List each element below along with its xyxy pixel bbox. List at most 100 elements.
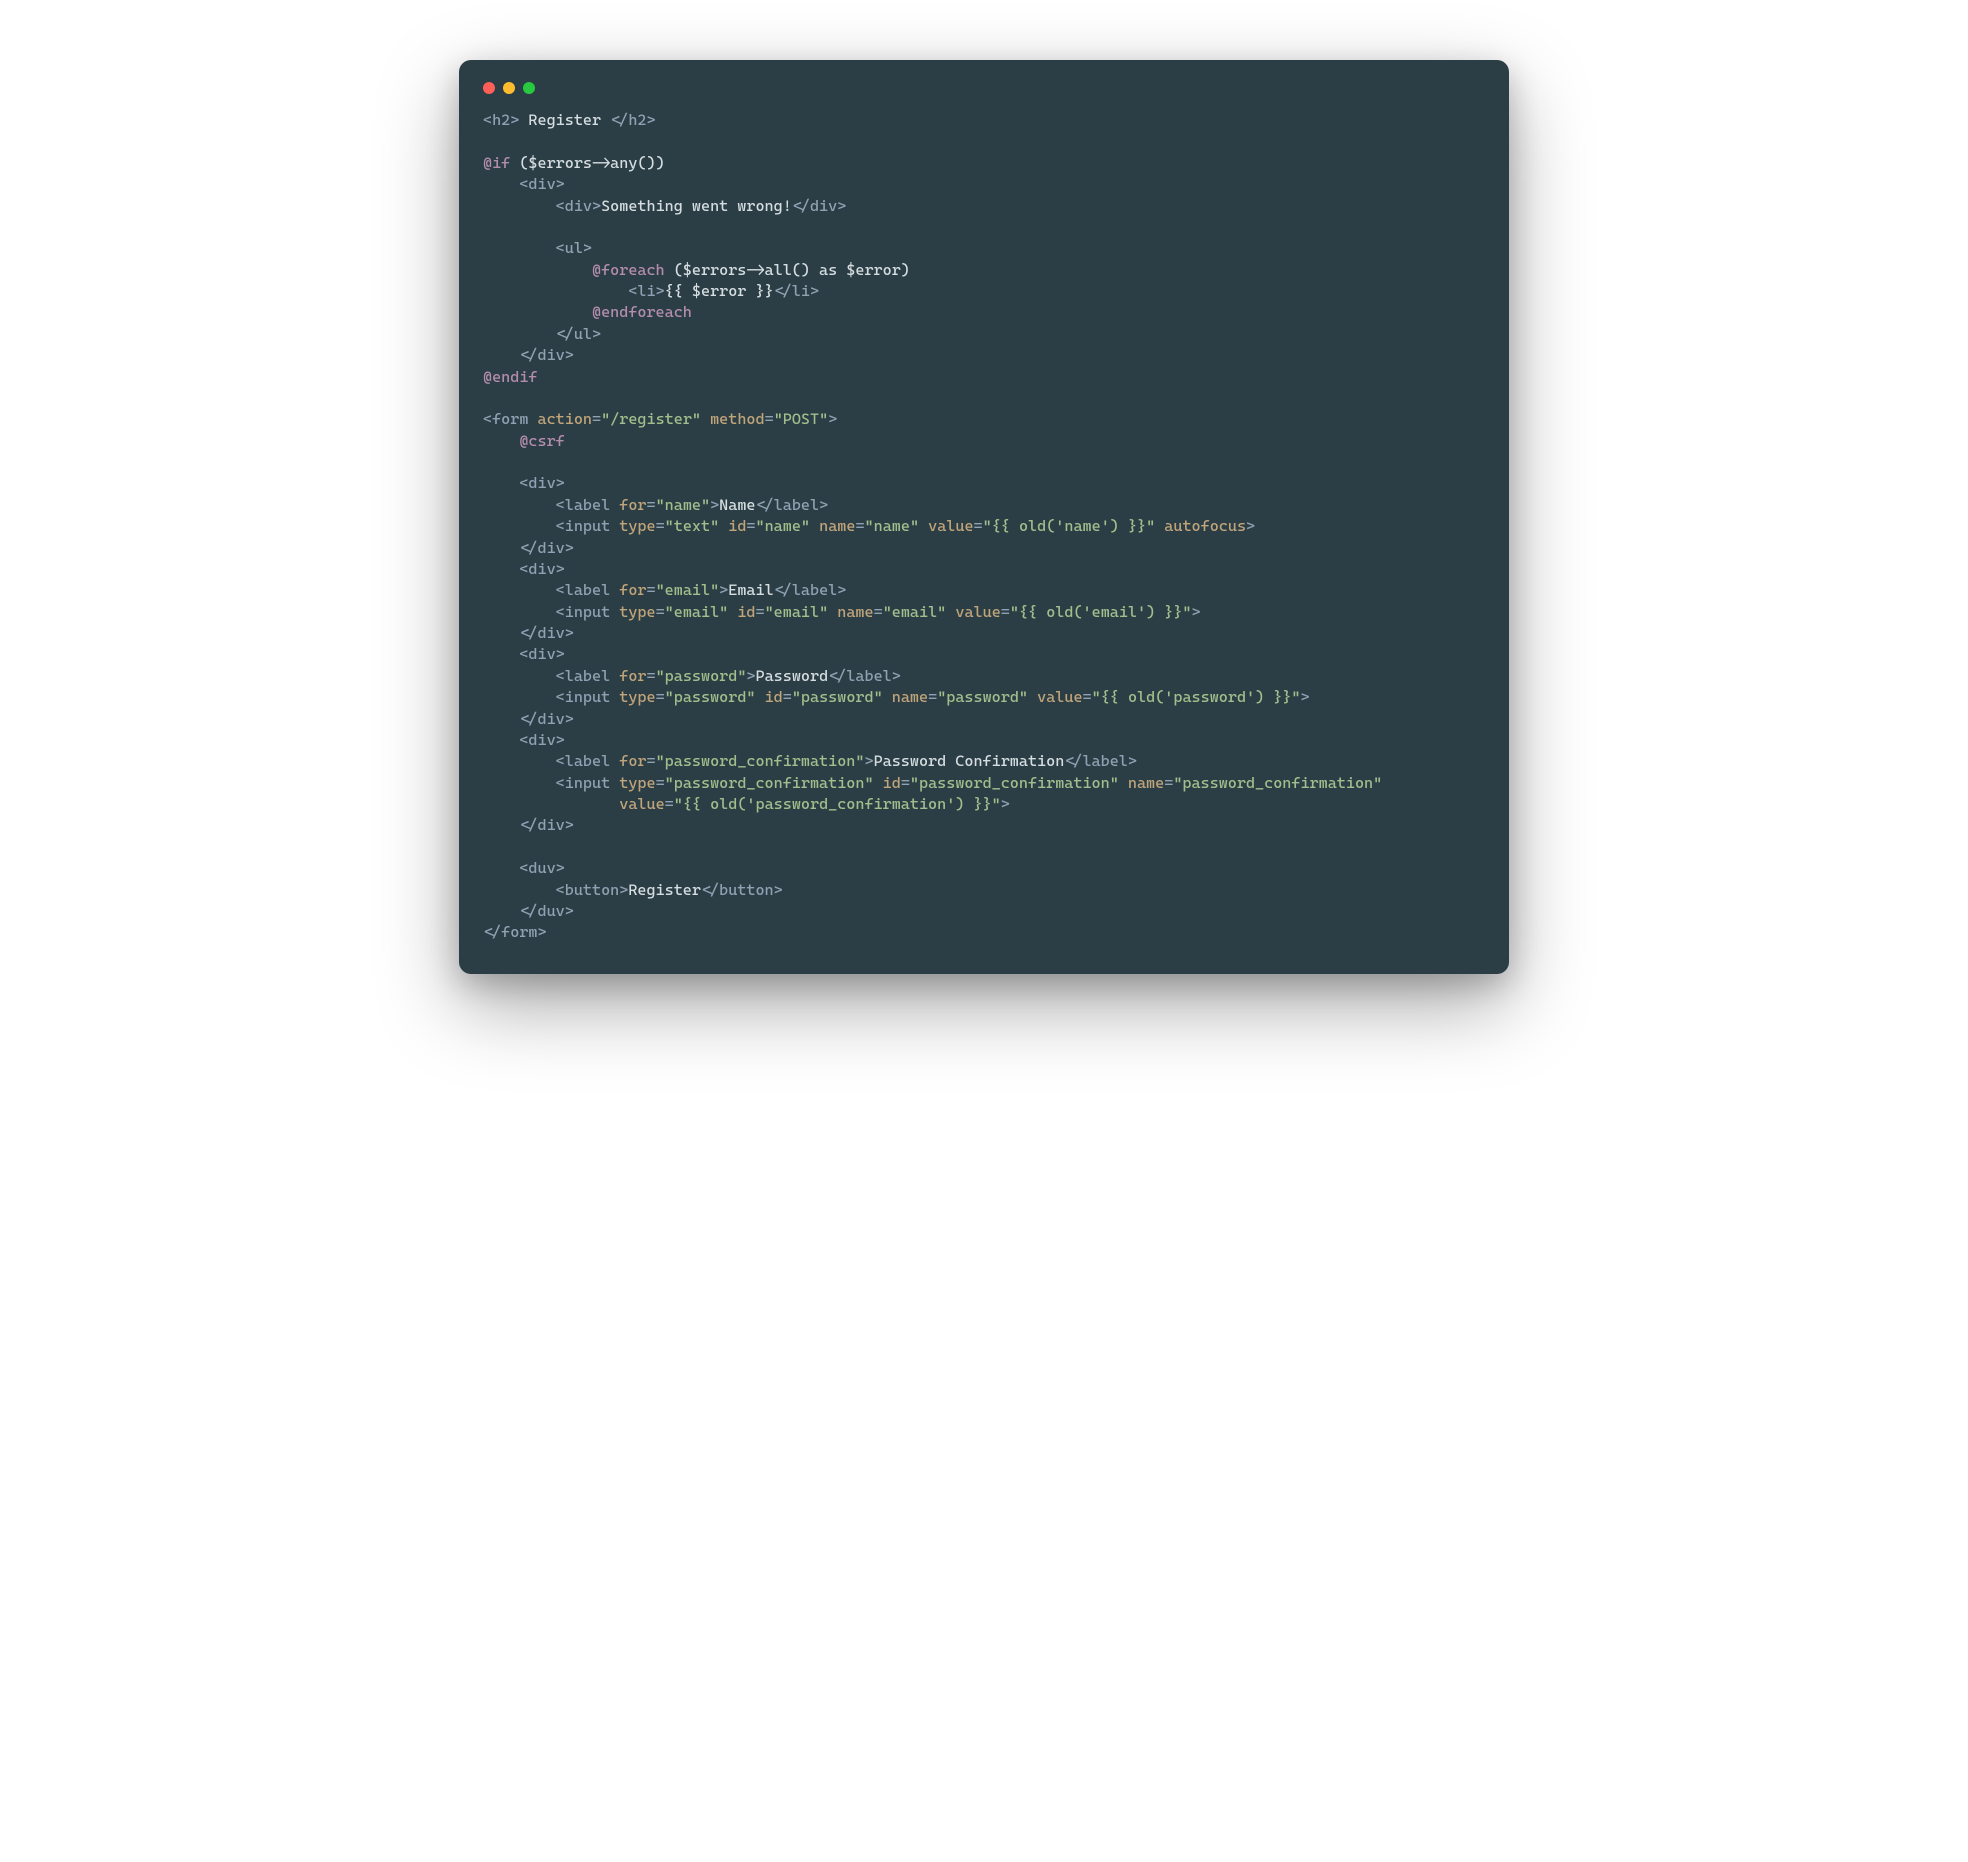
code-token: </li> xyxy=(774,282,819,300)
code-token: <label xyxy=(556,496,620,514)
code-token: = xyxy=(928,688,937,706)
code-token: for xyxy=(619,496,646,514)
code-token: Name xyxy=(719,496,755,514)
code-token: <li> xyxy=(628,282,664,300)
code-token: = xyxy=(746,517,755,535)
code-token: "name" xyxy=(656,496,711,514)
code-token xyxy=(728,603,737,621)
code-token: = xyxy=(974,517,983,535)
code-token xyxy=(483,303,592,321)
code-token: "email" xyxy=(765,603,829,621)
code-token: for xyxy=(619,581,646,599)
code-token: > xyxy=(828,410,837,428)
code-token: = xyxy=(783,688,792,706)
code-token: > xyxy=(1301,688,1310,706)
code-token: <form xyxy=(483,410,538,428)
code-token: = xyxy=(765,410,774,428)
code-token: Password Confirmation xyxy=(874,752,1065,770)
code-token: action xyxy=(538,410,593,428)
code-token: @if xyxy=(483,154,510,172)
code-token xyxy=(483,902,519,920)
code-token: id xyxy=(765,688,783,706)
code-token: </ul> xyxy=(556,325,601,343)
code-token: </h2> xyxy=(610,111,655,129)
minimize-icon[interactable] xyxy=(503,82,515,94)
code-token: type xyxy=(619,517,655,535)
code-token: Register xyxy=(519,111,610,129)
code-token: <input xyxy=(556,688,620,706)
code-token: > xyxy=(864,752,873,770)
code-token xyxy=(483,239,556,257)
code-token: "name" xyxy=(756,517,811,535)
code-token xyxy=(828,603,837,621)
code-token: <div> xyxy=(519,645,564,663)
code-token: for xyxy=(619,752,646,770)
code-token: </div> xyxy=(519,816,574,834)
code-token xyxy=(1119,774,1128,792)
code-token: = xyxy=(855,517,864,535)
code-token: <ul> xyxy=(556,239,592,257)
code-token: id xyxy=(728,517,746,535)
code-token xyxy=(483,731,519,749)
code-token: value xyxy=(955,603,1000,621)
code-token xyxy=(1028,688,1037,706)
code-block[interactable]: <h2> Register </h2> @if ($errors->any())… xyxy=(483,110,1485,944)
code-token: for xyxy=(619,667,646,685)
code-token: <input xyxy=(556,774,620,792)
code-token: <div> xyxy=(519,474,564,492)
code-token: > xyxy=(1192,603,1201,621)
code-token: Password xyxy=(756,667,829,685)
code-token: > xyxy=(1001,795,1010,813)
code-token: <h2> xyxy=(483,111,519,129)
code-token: <input xyxy=(556,517,620,535)
code-token: = xyxy=(901,774,910,792)
code-token: "password" xyxy=(665,688,756,706)
code-token: </div> xyxy=(519,346,574,364)
code-token: "email" xyxy=(883,603,947,621)
code-token: = xyxy=(756,603,765,621)
code-token: name xyxy=(1128,774,1164,792)
code-token xyxy=(1155,517,1164,535)
close-icon[interactable] xyxy=(483,82,495,94)
code-token xyxy=(483,560,519,578)
code-token: = xyxy=(874,603,883,621)
zoom-icon[interactable] xyxy=(523,82,535,94)
code-token: </div> xyxy=(519,624,574,642)
code-token xyxy=(483,645,519,663)
code-token: = xyxy=(656,774,665,792)
code-token xyxy=(483,325,556,343)
code-token xyxy=(919,517,928,535)
code-token: "{{ old('email') }}" xyxy=(1010,603,1192,621)
code-token: "password_confirmation" xyxy=(656,752,865,770)
code-token xyxy=(483,881,556,899)
code-token xyxy=(483,197,556,215)
code-token xyxy=(874,774,883,792)
code-token: "password" xyxy=(656,667,747,685)
code-token: "{{ old('password') }}" xyxy=(1092,688,1301,706)
code-token: = xyxy=(592,410,601,428)
code-token: <div> xyxy=(519,731,564,749)
code-token: <div> xyxy=(519,175,564,193)
code-token: </label> xyxy=(828,667,901,685)
code-token xyxy=(483,603,556,621)
code-token xyxy=(483,774,556,792)
code-token: > xyxy=(710,496,719,514)
code-token: <button> xyxy=(556,881,629,899)
code-token xyxy=(483,752,556,770)
code-token: name xyxy=(819,517,855,535)
code-token: "password_confirmation" xyxy=(665,774,874,792)
code-token: "password_confirmation" xyxy=(910,774,1119,792)
code-token: > xyxy=(746,667,755,685)
code-token xyxy=(483,282,628,300)
code-token: </label> xyxy=(774,581,847,599)
code-token xyxy=(483,496,556,514)
code-token: value xyxy=(928,517,973,535)
code-token: id xyxy=(737,603,755,621)
code-token: = xyxy=(646,752,655,770)
code-token: type xyxy=(619,774,655,792)
code-token: type xyxy=(619,603,655,621)
code-token: "/register" xyxy=(601,410,701,428)
code-token: @endif xyxy=(483,368,538,386)
code-token: = xyxy=(656,603,665,621)
code-token: </div> xyxy=(792,197,847,215)
